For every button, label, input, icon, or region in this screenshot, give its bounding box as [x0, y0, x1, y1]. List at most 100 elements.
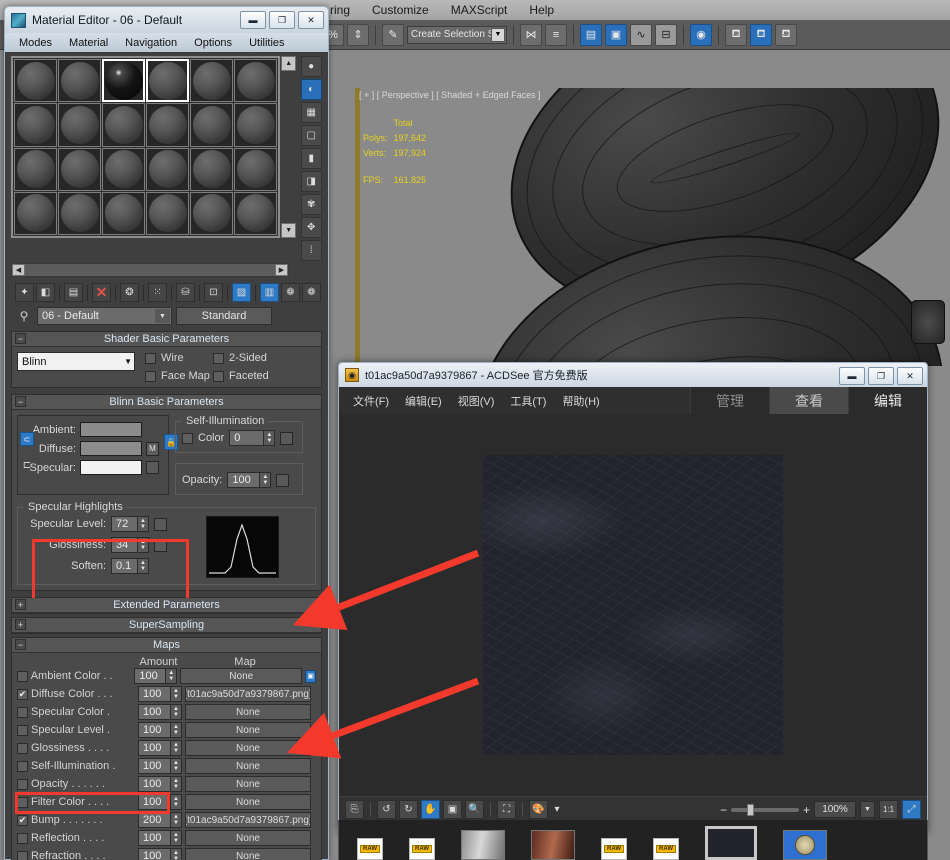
map-enable-checkbox[interactable] [17, 689, 28, 700]
map-slot-button[interactable]: (t01ac9a50d7a9379867.png) [185, 812, 311, 828]
menu-maxscript[interactable]: MAXScript [451, 3, 508, 17]
selection-set-combo[interactable]: Create Selection Se ▼ [407, 26, 507, 44]
menu-customize[interactable]: Customize [372, 3, 429, 17]
map-amount-spinner[interactable]: 100▲▼ [138, 758, 182, 774]
map-amount-spinner[interactable]: 100▲▼ [138, 830, 182, 846]
ambient-color-swatch[interactable] [80, 422, 142, 437]
spinner-arrows-icon[interactable]: ▲▼ [165, 669, 176, 683]
sample-slot[interactable] [14, 192, 57, 235]
chevron-down-icon[interactable]: ▼ [155, 309, 170, 323]
map-enable-checkbox[interactable] [17, 833, 28, 844]
two-sided-checkbox[interactable] [213, 353, 224, 364]
assign-material-to-selection-icon[interactable]: ▤ [64, 283, 83, 302]
sample-slot[interactable] [58, 103, 101, 146]
color-palette-icon[interactable]: 🎨 [529, 800, 548, 819]
self-illumination-map-button[interactable] [280, 432, 293, 445]
spinner-arrows-icon[interactable]: ▲▼ [170, 723, 181, 737]
dropdown-caret-icon[interactable]: ▾ [551, 800, 563, 819]
map-slot-button[interactable]: None [185, 776, 311, 792]
map-browse-button[interactable]: ▣ [305, 670, 316, 683]
sample-slot[interactable] [102, 103, 145, 146]
sample-slot-active[interactable] [102, 59, 145, 102]
layer-manager-icon[interactable]: ▤ [580, 24, 602, 46]
spinner-arrows-icon[interactable]: ▲▼ [170, 849, 181, 860]
map-amount-spinner[interactable]: 100▲▼ [138, 776, 182, 792]
spinner-arrows-icon[interactable]: ▲▼ [170, 813, 181, 827]
map-enable-checkbox[interactable] [17, 725, 28, 736]
thumbnail-watch-preview[interactable] [783, 830, 827, 860]
zoom-slider[interactable] [731, 808, 799, 812]
go-to-parent-icon[interactable]: ❁ [281, 283, 300, 302]
map-slot-button[interactable]: None [185, 722, 311, 738]
map-slot-button[interactable]: None [185, 830, 311, 846]
menu-material[interactable]: Material [69, 37, 108, 49]
put-material-to-scene-icon[interactable]: ◧ [36, 283, 55, 302]
acdsee-image-canvas[interactable] [339, 414, 927, 796]
menu-utilities[interactable]: Utilities [249, 37, 284, 49]
material-name-field[interactable]: 06 - Default ▼ [37, 307, 172, 325]
shader-type-combo[interactable]: Blinn ▼ [17, 352, 135, 371]
flag-faceted[interactable]: Faceted [213, 370, 283, 382]
spinner-arrows-icon[interactable]: ▲▼ [259, 473, 270, 487]
specular-level-spinner[interactable]: 72 ▲▼ [111, 516, 149, 532]
map-enable-checkbox[interactable] [17, 797, 28, 808]
map-amount-spinner[interactable]: 100▲▼ [138, 794, 182, 810]
acdsee-thumbnail-strip[interactable]: RAW RAW RAW RAW [338, 820, 928, 860]
reset-map-icon[interactable]: ✕ [92, 283, 111, 302]
spinner-arrows-icon[interactable]: ▲▼ [137, 517, 148, 531]
spinner-arrows-icon[interactable]: ▲▼ [170, 687, 181, 701]
select-by-material-icon[interactable]: ✥ [301, 217, 322, 238]
faceted-checkbox[interactable] [213, 371, 224, 382]
sample-slot[interactable] [146, 59, 189, 102]
make-unique-icon[interactable]: ⁙ [148, 283, 167, 302]
material-id-icon[interactable]: ⊡ [204, 283, 223, 302]
soften-spinner[interactable]: 0.1 ▲▼ [111, 558, 149, 574]
spinner-arrows-icon[interactable]: ▲▼ [170, 777, 181, 791]
glossiness-map-button[interactable] [154, 539, 167, 552]
thumbnail-copper-texture[interactable] [531, 830, 575, 860]
get-material-icon[interactable]: ✦ [15, 283, 34, 302]
map-amount-spinner[interactable]: 100▲▼ [138, 722, 182, 738]
glossiness-spinner[interactable]: 34 ▲▼ [111, 537, 149, 553]
fit-image-icon[interactable]: ⛶ [497, 800, 516, 819]
spinner-arrows-icon[interactable]: ▲▼ [170, 759, 181, 773]
rollout-header-supersampling[interactable]: + SuperSampling [12, 618, 321, 633]
acdsee-window[interactable]: ◉ t01ac9a50d7a9379867 - ACDSee 官方免费版 ▬ ❐… [338, 362, 928, 832]
spinner-snap-icon[interactable]: ⇕ [347, 24, 369, 46]
tab-view[interactable]: 查看 [769, 387, 848, 414]
map-amount-spinner[interactable]: 100▲▼ [138, 704, 182, 720]
zoom-out-icon[interactable]: − [720, 803, 727, 817]
thumbnail-raw-file[interactable]: RAW [409, 838, 435, 860]
collapse-toggle-icon[interactable]: − [15, 333, 26, 344]
curve-editor-icon[interactable]: ∿ [630, 24, 652, 46]
flag-wire[interactable]: Wire [145, 352, 213, 364]
map-enable-checkbox[interactable] [17, 761, 28, 772]
self-illumination-value-spinner[interactable]: 0 ▲▼ [229, 430, 275, 446]
specular-level-map-button[interactable] [154, 518, 167, 531]
menu-view[interactable]: 视图(V) [458, 393, 495, 409]
material-editor-titlebar[interactable]: Material Editor - 06 - Default ▬ ❐ ✕ [5, 7, 328, 33]
spinner-arrows-icon[interactable]: ▲▼ [263, 431, 274, 445]
sample-slot[interactable] [102, 148, 145, 191]
collapse-toggle-icon[interactable]: − [15, 639, 26, 650]
sample-slot[interactable] [190, 192, 233, 235]
sample-slot[interactable] [102, 192, 145, 235]
collapse-toggle-icon[interactable]: − [15, 396, 26, 407]
map-enable-checkbox[interactable] [17, 743, 28, 754]
diffuse-map-shortcut-button[interactable]: M [146, 442, 159, 456]
render-production-icon[interactable]: ⛾ [775, 24, 797, 46]
flag-two-sided[interactable]: 2-Sided [213, 352, 283, 364]
rollout-header-maps[interactable]: − Maps [12, 638, 321, 653]
acdsee-titlebar[interactable]: ◉ t01ac9a50d7a9379867 - ACDSee 官方免费版 ▬ ❐… [339, 363, 927, 387]
select-region-icon[interactable]: ▣ [443, 800, 462, 819]
menu-navigation[interactable]: Navigation [125, 37, 177, 49]
leather-texture-image[interactable] [483, 455, 783, 755]
sample-slot[interactable] [234, 103, 277, 146]
close-button[interactable]: ✕ [298, 11, 324, 29]
show-shaded-material-in-viewport-icon[interactable]: ▨ [232, 283, 251, 302]
specular-color-swatch[interactable] [80, 460, 142, 475]
face-map-checkbox[interactable] [145, 371, 156, 382]
viewport-label[interactable]: [ + ] [ Perspective ] [ Shaded + Edged F… [359, 90, 541, 100]
thumbnail-metal-texture[interactable] [461, 830, 505, 860]
show-end-result-icon[interactable]: ▥ [260, 283, 279, 302]
